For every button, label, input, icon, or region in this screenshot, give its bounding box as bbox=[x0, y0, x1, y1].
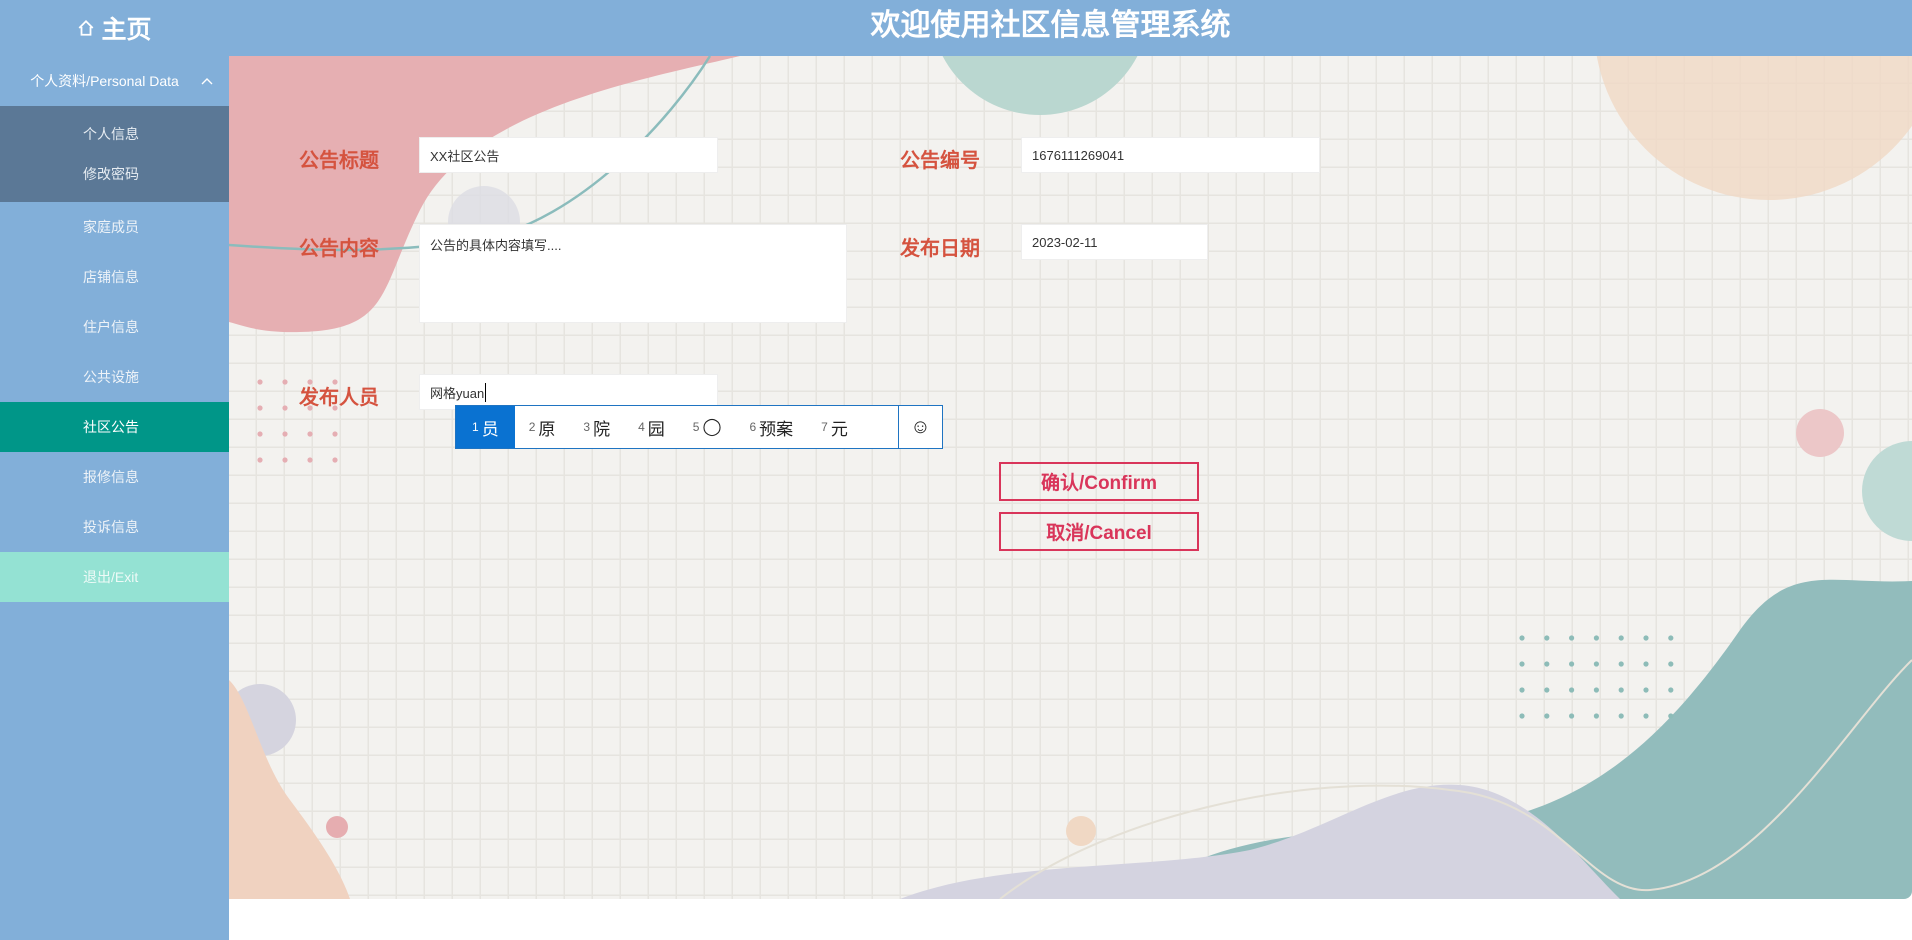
content-label: 公告内容 bbox=[299, 238, 379, 260]
candidate-text: ◯ bbox=[702, 417, 722, 436]
candidate-text: 原 bbox=[538, 419, 556, 439]
candidate-text: 员 bbox=[481, 419, 499, 439]
sidebar-group-personal-data[interactable]: 个人资料/Personal Data bbox=[0, 56, 229, 106]
candidate-number: 6 bbox=[749, 420, 757, 434]
decor-dot bbox=[1519, 713, 1525, 719]
candidate-text: 园 bbox=[647, 419, 665, 439]
decor-dot bbox=[307, 457, 313, 463]
ime-candidate-bar: 1员 2原 3院 4园 5 ◯ 6 预案 7元 ☺ bbox=[455, 405, 943, 449]
ime-candidate[interactable]: 2原 bbox=[515, 406, 570, 448]
sidebar-item-personal-info[interactable]: 个人信息 bbox=[0, 114, 229, 154]
sidebar-submenu: 个人信息 修改密码 bbox=[0, 106, 229, 202]
content-area: 公告标题 XX社区公告 公告编号 1676111269041 公告内容 公告的具… bbox=[229, 56, 1912, 899]
home-link[interactable]: 主页 bbox=[0, 0, 229, 56]
decor-dot bbox=[1519, 635, 1525, 641]
decor-dot bbox=[1544, 661, 1550, 667]
ime-candidate[interactable]: 7元 bbox=[807, 406, 862, 448]
confirm-button[interactable]: 确认/Confirm bbox=[999, 462, 1199, 501]
sidebar-item-change-password[interactable]: 修改密码 bbox=[0, 154, 229, 194]
decor-dot bbox=[282, 431, 288, 437]
number-input[interactable]: 1676111269041 bbox=[1021, 137, 1320, 173]
decor-dot bbox=[1668, 661, 1674, 667]
decor-dot bbox=[257, 431, 263, 437]
sidebar-item-complaints[interactable]: 投诉信息 bbox=[0, 502, 229, 552]
decor-dot bbox=[1569, 713, 1575, 719]
decor-dot bbox=[1668, 713, 1674, 719]
content-textarea[interactable]: 公告的具体内容填写.... bbox=[419, 224, 847, 323]
candidate-text: 院 bbox=[593, 419, 611, 439]
candidate-number: 2 bbox=[528, 420, 536, 434]
date-input[interactable]: 2023-02-11 bbox=[1021, 224, 1208, 260]
decor-dot bbox=[1643, 635, 1649, 641]
decor-dot bbox=[1519, 661, 1525, 667]
decor-dot bbox=[1544, 713, 1550, 719]
candidate-number: 5 bbox=[692, 420, 700, 434]
decor-dot bbox=[1593, 635, 1599, 641]
sidebar-item-facilities[interactable]: 公共设施 bbox=[0, 352, 229, 402]
decor-dot bbox=[257, 379, 263, 385]
ime-candidate[interactable]: 3院 bbox=[569, 406, 624, 448]
decor-dot bbox=[1544, 687, 1550, 693]
candidate-number: 1 bbox=[472, 420, 479, 434]
decor-dot bbox=[1643, 687, 1649, 693]
decor-dot bbox=[1593, 661, 1599, 667]
decor-dot bbox=[282, 379, 288, 385]
decor-dot bbox=[1618, 687, 1624, 693]
decor-dot bbox=[257, 457, 263, 463]
sidebar-group-label: 个人资料/Personal Data bbox=[30, 73, 179, 89]
sidebar-item-repairs[interactable]: 报修信息 bbox=[0, 452, 229, 502]
decor-dot bbox=[1519, 687, 1525, 693]
publisher-value: 网格yuan bbox=[430, 382, 487, 402]
decor-dot bbox=[1544, 635, 1550, 641]
number-label: 公告编号 bbox=[900, 150, 980, 172]
decor-dot bbox=[1668, 635, 1674, 641]
decor-dot bbox=[307, 431, 313, 437]
decor-dot bbox=[1618, 635, 1624, 641]
decor-dot bbox=[282, 405, 288, 411]
cancel-button[interactable]: 取消/Cancel bbox=[999, 512, 1199, 551]
sidebar-item-shops[interactable]: 店铺信息 bbox=[0, 252, 229, 302]
sidebar: 个人资料/Personal Data 个人信息 修改密码 家庭成员 店铺信息 住… bbox=[0, 56, 229, 940]
chevron-up-icon bbox=[201, 78, 213, 85]
sidebar-item-exit[interactable]: 退出/Exit bbox=[0, 552, 229, 602]
sidebar-item-residents[interactable]: 住户信息 bbox=[0, 302, 229, 352]
page-title: 欢迎使用社区信息管理系统 bbox=[870, 9, 1231, 42]
sidebar-item-announcements[interactable]: 社区公告 bbox=[0, 402, 229, 452]
title-input[interactable]: XX社区公告 bbox=[419, 137, 718, 173]
decor-dot bbox=[1618, 661, 1624, 667]
candidate-number: 3 bbox=[583, 420, 591, 434]
decor-dot bbox=[257, 405, 263, 411]
sidebar-item-family[interactable]: 家庭成员 bbox=[0, 202, 229, 252]
decor-dot bbox=[332, 457, 338, 463]
decor-dot bbox=[1569, 687, 1575, 693]
decor-dot bbox=[1643, 713, 1649, 719]
decor-dot bbox=[1593, 687, 1599, 693]
publisher-label: 发布人员 bbox=[299, 387, 379, 409]
ime-candidate[interactable]: 4园 bbox=[624, 406, 679, 448]
decor-dot bbox=[1668, 687, 1674, 693]
decor-dot bbox=[1618, 713, 1624, 719]
emoji-icon[interactable]: ☺ bbox=[898, 406, 942, 448]
home-label: 主页 bbox=[101, 16, 152, 44]
decor-dot bbox=[1643, 661, 1649, 667]
home-icon bbox=[79, 19, 94, 36]
ime-candidate[interactable]: 6 预案 bbox=[735, 406, 807, 448]
candidate-number: 4 bbox=[638, 420, 645, 434]
title-label: 公告标题 bbox=[299, 150, 379, 172]
decor-dot bbox=[1569, 635, 1575, 641]
candidate-text: 元 bbox=[830, 419, 848, 439]
decor-dot bbox=[1593, 713, 1599, 719]
top-header: 主页 欢迎使用社区信息管理系统 bbox=[0, 0, 1912, 56]
decor-dot bbox=[1569, 661, 1575, 667]
candidate-text: 预案 bbox=[759, 419, 794, 439]
decor-dot bbox=[282, 457, 288, 463]
ime-candidate[interactable]: 5 ◯ bbox=[679, 406, 736, 448]
date-label: 发布日期 bbox=[900, 238, 980, 260]
ime-candidate[interactable]: 1员 bbox=[456, 406, 515, 448]
candidate-number: 7 bbox=[821, 420, 828, 434]
decor-dot bbox=[332, 431, 338, 437]
